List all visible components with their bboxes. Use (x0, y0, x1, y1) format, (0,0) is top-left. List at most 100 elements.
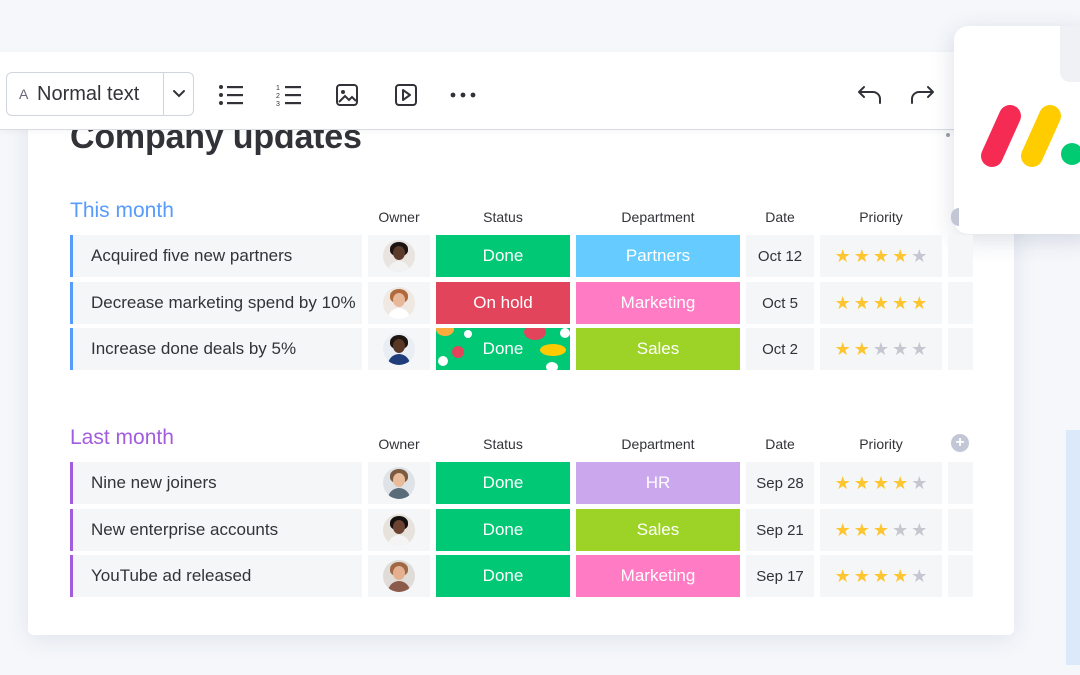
owner-cell[interactable] (368, 509, 430, 551)
date-cell[interactable]: Sep 28 (746, 462, 814, 504)
owner-cell[interactable] (368, 555, 430, 597)
avatar (383, 240, 415, 272)
add-column-button[interactable] (951, 208, 959, 226)
star-icon[interactable]: ★ (911, 521, 927, 539)
status-text: Done (482, 473, 524, 492)
item-name-cell[interactable]: Nine new joiners (70, 462, 362, 504)
text-style-dropdown[interactable]: A Normal text (6, 72, 194, 116)
star-icon[interactable]: ★ (854, 521, 870, 539)
date-text: Oct 5 (762, 294, 798, 312)
item-name-cell[interactable]: Increase done deals by 5% (70, 328, 362, 370)
group-title-this-month[interactable]: This month (70, 199, 174, 223)
priority-rating[interactable]: ★ ★ ★ ★ ★ (820, 328, 942, 370)
priority-rating[interactable]: ★ ★ ★ ★ ★ (820, 235, 942, 277)
status-label[interactable]: On hold (436, 282, 570, 324)
star-icon[interactable]: ★ (854, 247, 870, 265)
bulleted-list-icon[interactable] (218, 82, 244, 108)
item-name-cell[interactable]: YouTube ad released (70, 555, 362, 597)
column-header-priority: Priority (859, 436, 903, 452)
star-icon[interactable]: ★ (892, 474, 908, 492)
star-icon[interactable]: ★ (835, 247, 851, 265)
column-header-status: Status (483, 436, 523, 452)
star-icon[interactable]: ★ (873, 294, 889, 312)
row-end-cell (948, 328, 973, 370)
department-label[interactable]: Partners (576, 235, 740, 277)
star-icon[interactable]: ★ (911, 474, 927, 492)
group-title-last-month[interactable]: Last month (70, 426, 174, 450)
star-icon[interactable]: ★ (892, 294, 908, 312)
status-label[interactable]: Done (436, 328, 570, 370)
date-cell[interactable]: Sep 17 (746, 555, 814, 597)
department-label[interactable]: Sales (576, 328, 740, 370)
star-icon[interactable]: ★ (835, 474, 851, 492)
app-logo-panel (954, 26, 1080, 234)
star-icon[interactable]: ★ (873, 567, 889, 585)
avatar-face (393, 339, 405, 353)
status-label[interactable]: Done (436, 509, 570, 551)
redo-icon[interactable] (909, 82, 935, 108)
star-icon[interactable]: ★ (835, 340, 851, 358)
star-icon[interactable]: ★ (835, 567, 851, 585)
department-text: Partners (625, 246, 691, 265)
star-icon[interactable]: ★ (892, 567, 908, 585)
status-label[interactable]: Done (436, 555, 570, 597)
department-label[interactable]: Sales (576, 509, 740, 551)
item-name-cell[interactable]: Acquired five new partners (70, 235, 362, 277)
star-icon[interactable]: ★ (892, 340, 908, 358)
date-cell[interactable]: Oct 12 (746, 235, 814, 277)
priority-rating[interactable]: ★ ★ ★ ★ ★ (820, 462, 942, 504)
item-name-cell[interactable]: New enterprise accounts (70, 509, 362, 551)
priority-rating[interactable]: ★ ★ ★ ★ ★ (820, 555, 942, 597)
department-label[interactable]: Marketing (576, 282, 740, 324)
numbered-list-icon[interactable]: 1 2 3 (276, 82, 302, 108)
star-icon[interactable]: ★ (911, 247, 927, 265)
status-label[interactable]: Done (436, 462, 570, 504)
star-icon[interactable]: ★ (892, 247, 908, 265)
owner-cell[interactable] (368, 462, 430, 504)
row-end-cell (948, 462, 973, 504)
date-cell[interactable]: Oct 2 (746, 328, 814, 370)
owner-cell[interactable] (368, 282, 430, 324)
avatar (383, 333, 415, 365)
star-icon[interactable]: ★ (911, 567, 927, 585)
image-icon[interactable] (334, 82, 360, 108)
star-icon[interactable]: ★ (911, 340, 927, 358)
background-strip (1066, 430, 1080, 665)
add-column-button[interactable]: + (951, 434, 969, 452)
department-label[interactable]: Marketing (576, 555, 740, 597)
confetti-decoration (452, 346, 464, 358)
star-icon[interactable]: ★ (873, 247, 889, 265)
avatar-shirt (388, 488, 410, 499)
star-icon[interactable]: ★ (835, 521, 851, 539)
star-icon[interactable]: ★ (835, 294, 851, 312)
star-icon[interactable]: ★ (892, 521, 908, 539)
owner-cell[interactable] (368, 328, 430, 370)
date-cell[interactable]: Oct 5 (746, 282, 814, 324)
department-label[interactable]: HR (576, 462, 740, 504)
avatar-shirt (388, 535, 410, 546)
avatar-face (393, 566, 405, 580)
star-icon[interactable]: ★ (854, 567, 870, 585)
undo-icon[interactable] (857, 82, 883, 108)
item-name: Decrease marketing spend by 10% (91, 293, 356, 312)
priority-rating[interactable]: ★ ★ ★ ★ ★ (820, 509, 942, 551)
status-label[interactable]: Done (436, 235, 570, 277)
column-header-date: Date (765, 436, 795, 452)
more-icon[interactable] (450, 82, 476, 108)
star-icon[interactable]: ★ (854, 474, 870, 492)
star-icon[interactable]: ★ (911, 294, 927, 312)
priority-rating[interactable]: ★ ★ ★ ★ ★ (820, 282, 942, 324)
date-cell[interactable]: Sep 21 (746, 509, 814, 551)
chevron-down-icon[interactable] (164, 89, 193, 99)
star-icon[interactable]: ★ (854, 294, 870, 312)
column-header-owner: Owner (378, 209, 420, 225)
video-icon[interactable] (393, 82, 419, 108)
star-icon[interactable]: ★ (873, 474, 889, 492)
star-icon[interactable]: ★ (854, 340, 870, 358)
owner-cell[interactable] (368, 235, 430, 277)
item-name: New enterprise accounts (91, 520, 279, 539)
star-icon[interactable]: ★ (873, 340, 889, 358)
item-name-cell[interactable]: Decrease marketing spend by 10% (70, 282, 362, 324)
star-icon[interactable]: ★ (873, 521, 889, 539)
avatar-face (393, 293, 405, 307)
